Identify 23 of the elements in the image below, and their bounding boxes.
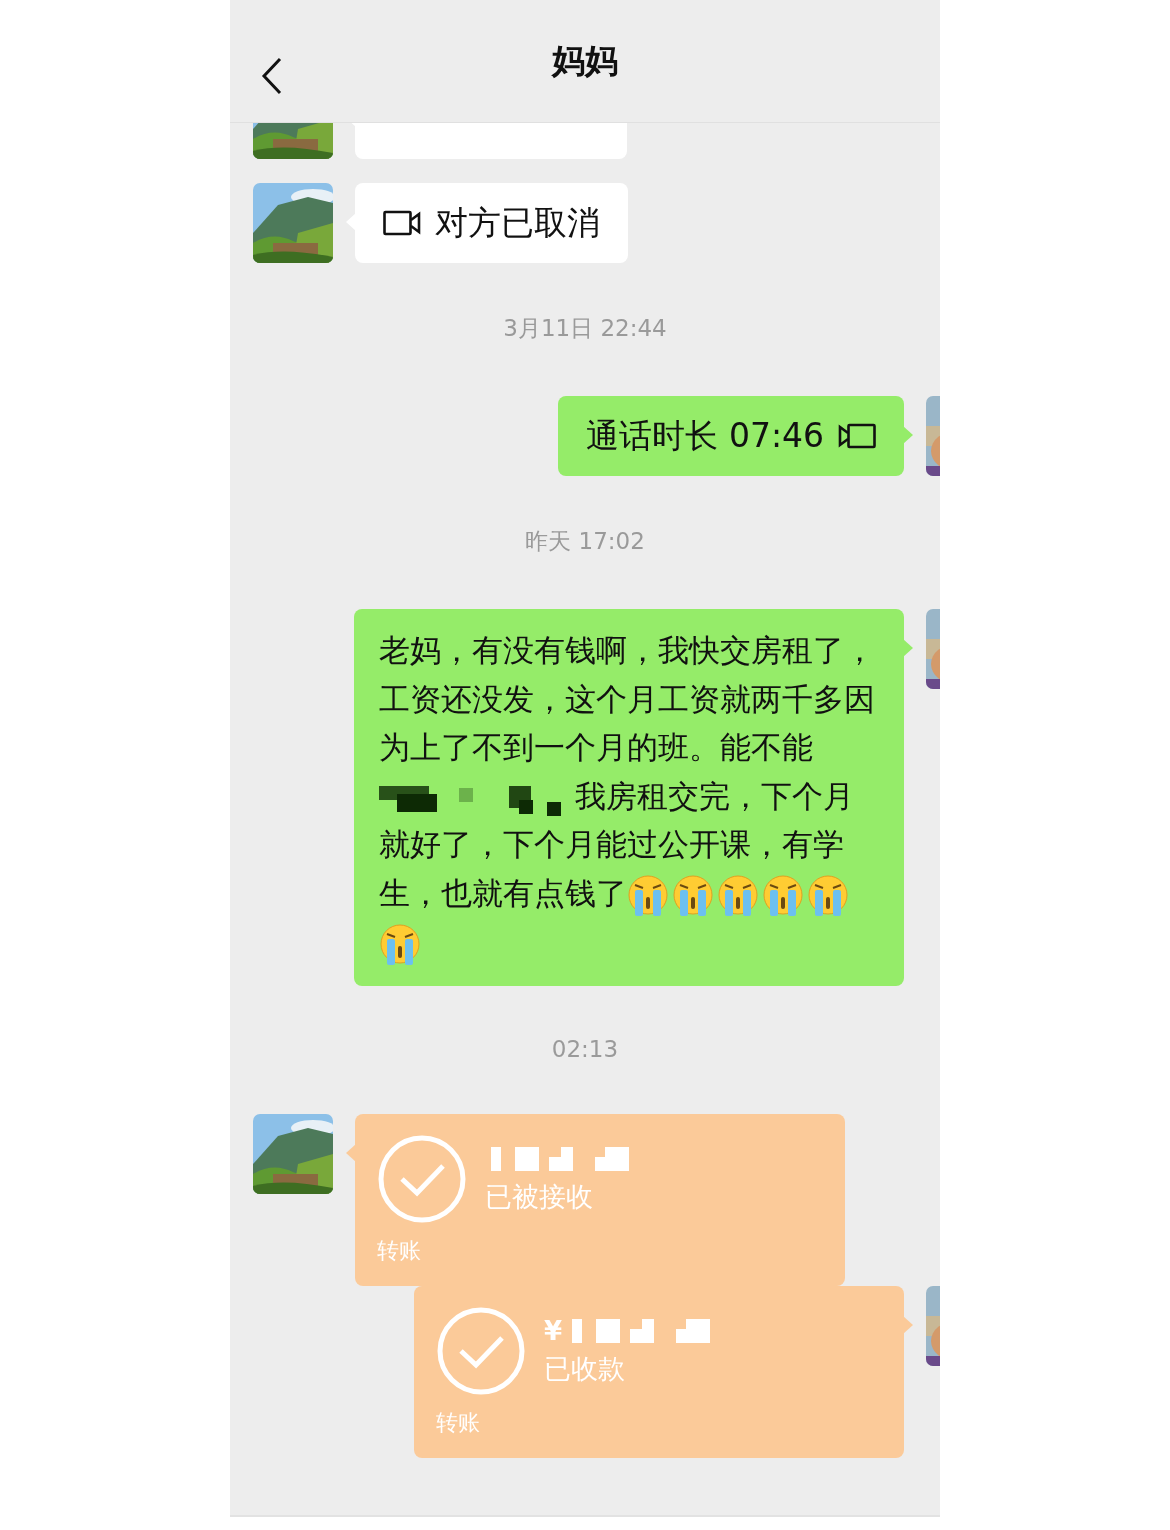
transfer-status: 已被接收: [485, 1179, 594, 1214]
crying-face-icon: [379, 921, 421, 966]
crying-face-icon: [717, 873, 759, 917]
check-circle-icon: [377, 1133, 467, 1224]
video-camera-icon: [383, 210, 421, 236]
currency-sign: ¥: [544, 1315, 563, 1346]
message-text: 生，也就有点钱了: [379, 874, 627, 911]
message-text: 老妈，有没有钱啊，我快交房租了，工资还没发，这个月工资就两千多因为上了不到一个月的班。能不能: [379, 632, 875, 765]
timestamp: 昨天 17:02: [525, 527, 645, 556]
message-text: 我房租交完，下个月: [575, 777, 854, 814]
timestamp: 02:13: [551, 1035, 619, 1062]
video-camera-icon: [838, 423, 876, 449]
crying-face-icon: [627, 873, 669, 917]
check-circle-icon: [436, 1305, 526, 1396]
transfer-status: 已收款: [544, 1351, 626, 1386]
chat-title: 妈妈: [552, 39, 618, 82]
message-text: 就好了，下个月能过公开课，有学: [379, 825, 844, 864]
crying-face-icon: [807, 873, 849, 917]
timestamp: 3月11日 22:44: [503, 314, 667, 343]
crying-face-icon: [762, 873, 804, 917]
transfer-label: 转账: [436, 1408, 481, 1437]
transfer-label: 转账: [377, 1236, 422, 1265]
crying-face-icon: [672, 873, 714, 917]
